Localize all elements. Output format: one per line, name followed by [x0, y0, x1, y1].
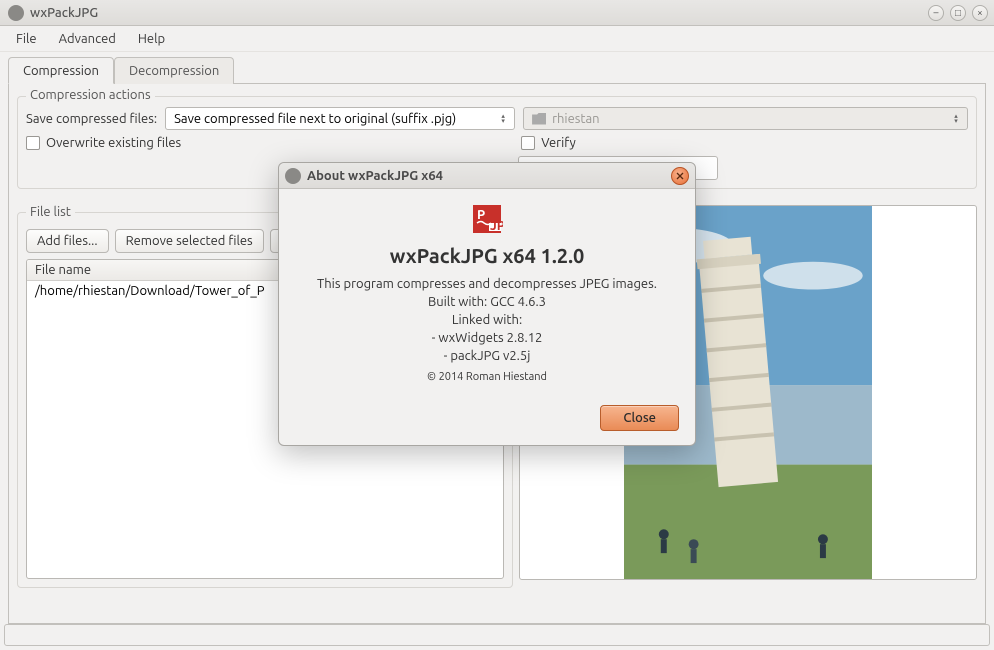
tabstrip: Compression Decompression [8, 56, 986, 84]
about-close-button[interactable]: Close [600, 405, 679, 431]
combo-arrows-icon: ▴▾ [949, 114, 963, 124]
about-dialog: About wxPackJPG x64 P JPG wxPackJPG x64 … [278, 162, 696, 446]
menu-file[interactable]: File [6, 29, 47, 49]
overwrite-label: Overwrite existing files [46, 136, 181, 150]
add-files-button[interactable]: Add files... [26, 229, 109, 253]
folder-icon [532, 113, 546, 125]
checkbox-box-icon [521, 136, 535, 150]
about-close-icon[interactable] [671, 167, 689, 185]
window-title: wxPackJPG [30, 6, 928, 20]
about-description: This program compresses and decompresses… [297, 275, 677, 293]
verify-checkbox[interactable]: Verify [521, 136, 576, 150]
minimize-button[interactable]: – [928, 5, 944, 21]
status-bar [4, 624, 990, 646]
about-copyright: © 2014 Roman Hiestand [297, 371, 677, 383]
app-icon [8, 5, 24, 21]
menubar: File Advanced Help [0, 26, 994, 52]
about-built-with: Built with: GCC 4.6.3 [297, 293, 677, 311]
checkbox-box-icon [26, 136, 40, 150]
file-list-legend: File list [26, 205, 75, 219]
about-heading: wxPackJPG x64 1.2.0 [297, 244, 677, 267]
verify-label: Verify [541, 136, 576, 150]
save-mode-value: Save compressed file next to original (s… [174, 112, 456, 126]
save-mode-combo[interactable]: Save compressed file next to original (s… [165, 107, 515, 130]
combo-arrows-icon: ▴▾ [496, 114, 510, 124]
about-linked-with: Linked with: [297, 311, 677, 329]
about-app-icon [285, 168, 301, 184]
menu-advanced[interactable]: Advanced [49, 29, 126, 49]
tab-compression[interactable]: Compression [8, 57, 114, 84]
remove-selected-button[interactable]: Remove selected files [115, 229, 264, 253]
about-dep1: - wxWidgets 2.8.12 [297, 329, 677, 347]
overwrite-checkbox[interactable]: Overwrite existing files [26, 136, 181, 150]
destination-folder-value: rhiestan [552, 112, 600, 126]
svg-text:P: P [477, 208, 485, 222]
about-title: About wxPackJPG x64 [307, 169, 671, 183]
svg-text:JPG: JPG [490, 219, 503, 233]
tab-decompression[interactable]: Decompression [114, 57, 234, 84]
destination-folder-combo: rhiestan ▴▾ [523, 107, 968, 130]
titlebar: wxPackJPG – □ × [0, 0, 994, 26]
about-dep2: - packJPG v2.5j [297, 347, 677, 365]
compression-actions-legend: Compression actions [26, 88, 155, 102]
maximize-button[interactable]: □ [950, 5, 966, 21]
menu-help[interactable]: Help [128, 29, 175, 49]
close-window-button[interactable]: × [972, 5, 988, 21]
save-files-label: Save compressed files: [26, 112, 157, 126]
about-logo-icon: P JPG [471, 203, 503, 235]
about-titlebar: About wxPackJPG x64 [279, 163, 695, 189]
